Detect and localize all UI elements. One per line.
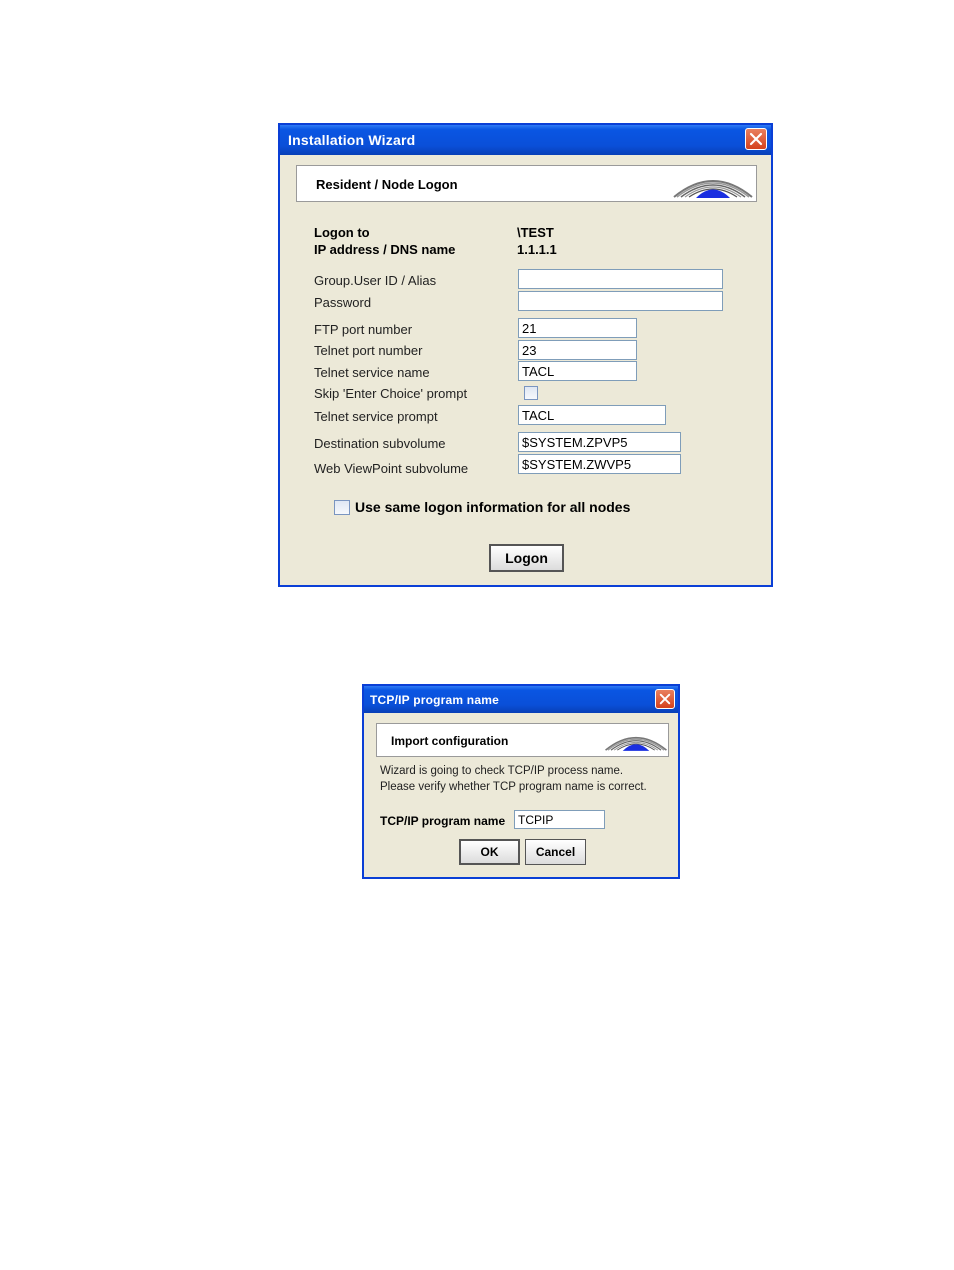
tcpip-program-input[interactable] — [514, 810, 605, 829]
header-title: Resident / Node Logon — [316, 177, 458, 192]
webviewpoint-subvolume-input[interactable] — [518, 454, 681, 474]
close-icon — [749, 132, 763, 146]
title-bar[interactable]: Installation Wizard — [280, 125, 771, 155]
tcpip-title-bar[interactable]: TCP/IP program name — [364, 686, 678, 713]
webviewpoint-subvolume-label: Web ViewPoint subvolume — [314, 461, 469, 476]
destination-subvolume-input[interactable] — [518, 432, 681, 452]
ip-label: IP address / DNS name — [314, 242, 456, 257]
ok-button[interactable]: OK — [459, 839, 520, 865]
tcpip-message-line2: Please verify whether TCP program name i… — [380, 781, 647, 793]
close-icon — [659, 693, 671, 705]
tcpip-window-title: TCP/IP program name — [370, 693, 499, 707]
company-logo-icon — [673, 180, 753, 198]
skip-prompt-label: Skip 'Enter Choice' prompt — [314, 386, 468, 401]
window-title: Installation Wizard — [288, 132, 416, 148]
skip-prompt-checkbox[interactable] — [524, 386, 538, 400]
tcpip-header-title: Import configuration — [391, 734, 509, 748]
password-input[interactable] — [518, 291, 723, 311]
logon-button[interactable]: Logon — [489, 544, 564, 572]
cancel-button[interactable]: Cancel — [525, 839, 586, 865]
ip-value: 1.1.1.1 — [517, 242, 557, 257]
company-logo-icon — [605, 737, 667, 751]
same-logon-checkbox[interactable] — [334, 500, 350, 515]
destination-subvolume-label: Destination subvolume — [314, 436, 446, 451]
tcpip-header-panel: Import configuration — [376, 723, 669, 757]
user-id-label: Group.User ID / Alias — [314, 273, 437, 288]
telnet-prompt-input[interactable] — [518, 405, 666, 425]
logon-to-label: Logon to — [314, 225, 370, 240]
password-label: Password — [314, 295, 372, 310]
telnet-port-input[interactable] — [518, 340, 637, 360]
user-id-input[interactable] — [518, 269, 723, 289]
ftp-port-input[interactable] — [518, 318, 637, 338]
tcpip-dialog-window: TCP/IP program name Import configuration… — [362, 684, 680, 879]
tcpip-message-line1: Wizard is going to check TCP/IP process … — [380, 765, 624, 777]
ftp-port-label: FTP port number — [314, 322, 413, 337]
header-panel: Resident / Node Logon — [296, 165, 757, 202]
telnet-prompt-label: Telnet service prompt — [314, 409, 438, 424]
telnet-port-label: Telnet port number — [314, 343, 423, 358]
logon-to-value: \TEST — [517, 225, 554, 240]
same-logon-label: Use same logon information for all nodes — [355, 499, 631, 515]
close-button[interactable] — [745, 128, 767, 150]
tcpip-close-button[interactable] — [655, 689, 675, 709]
installation-wizard-window: Installation Wizard Resident / Node Logo… — [278, 123, 773, 587]
telnet-service-input[interactable] — [518, 361, 637, 381]
tcpip-program-label: TCP/IP program name — [380, 814, 506, 828]
telnet-service-label: Telnet service name — [314, 365, 430, 380]
